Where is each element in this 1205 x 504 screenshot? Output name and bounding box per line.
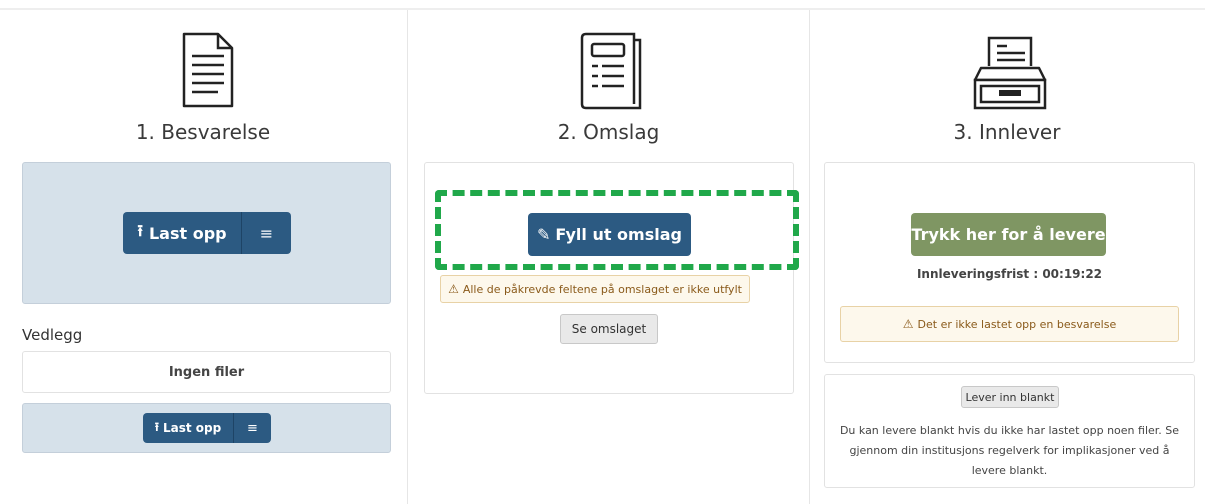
no-files-text: Ingen filer xyxy=(168,364,245,380)
see-cover-label: Se omslaget xyxy=(571,322,647,336)
vedlegg-file-list: Ingen filer xyxy=(22,351,391,393)
submission-warning-text: Det er ikke lastet opp en besvarelse xyxy=(917,317,1117,331)
document-icon xyxy=(182,32,234,108)
submit-panel: Trykk her for å levere Innleveringsfrist… xyxy=(824,162,1195,363)
warning-icon: ⚠ xyxy=(902,317,914,331)
deadline-text: Innleveringsfrist : 00:19:22 xyxy=(916,267,1103,281)
inbox-tray-icon xyxy=(973,36,1047,110)
blank-submit-panel: Lever inn blankt Du kan levere blankt hv… xyxy=(824,374,1195,488)
menu-icon: ≡ xyxy=(247,420,258,436)
upload-button-group: ⭱ Last opp ≡ xyxy=(123,212,291,254)
see-cover-button[interactable]: Se omslaget xyxy=(560,314,658,344)
fill-cover-button[interactable]: ✎ Fyll ut omslag xyxy=(528,213,691,256)
submit-blank-label: Lever inn blankt xyxy=(965,390,1055,404)
upload-button[interactable]: ⭱ Last opp xyxy=(123,212,241,254)
pencil-icon: ✎ xyxy=(537,225,551,244)
step-innlever: 3. Innlever Trykk her for å levere Innle… xyxy=(809,10,1205,504)
cover-folder-icon xyxy=(580,32,642,110)
blank-info-text: Du kan levere blankt hvis du ikke har la… xyxy=(839,424,1180,477)
menu-icon: ≡ xyxy=(259,223,274,243)
step-besvarelse: 1. Besvarelse ⭱ Last opp ≡ Vedlegg Ingen… xyxy=(0,10,406,504)
vedlegg-dropzone[interactable]: ⭱ Last opp ≡ xyxy=(22,403,391,453)
upload-menu-button[interactable]: ≡ xyxy=(242,212,291,254)
omslag-panel: ✎ Fyll ut omslag ⚠ Alle de påkrevde felt… xyxy=(424,162,794,394)
vedlegg-upload-button-group: ⭱ Last opp ≡ xyxy=(143,413,271,443)
cover-warning-text: Alle de påkrevde feltene på omslaget er … xyxy=(462,282,742,296)
step-title: 3. Innlever xyxy=(953,120,1061,144)
upload-icon: ⭱ xyxy=(137,220,143,240)
upload-dropzone[interactable]: ⭱ Last opp ≡ xyxy=(22,162,391,304)
submission-warning: ⚠ Det er ikke lastet opp en besvarelse xyxy=(840,306,1179,342)
fill-cover-label: Fyll ut omslag xyxy=(555,225,682,244)
upload-button-label: Last opp xyxy=(148,223,227,243)
submit-button[interactable]: Trykk her for å levere xyxy=(911,213,1106,256)
warning-icon: ⚠ xyxy=(448,282,459,296)
step-title: 1. Besvarelse xyxy=(135,120,271,144)
vedlegg-title: Vedlegg xyxy=(22,326,83,344)
submit-label: Trykk her for å levere xyxy=(911,225,1106,244)
vedlegg-upload-button[interactable]: ⭱ Last opp xyxy=(143,413,233,443)
upload-icon: ⭱ xyxy=(154,419,159,434)
step-omslag: 2. Omslag ✎ Fyll ut omslag ⚠ Alle de påk… xyxy=(407,10,810,504)
cover-warning: ⚠ Alle de påkrevde feltene på omslaget e… xyxy=(440,275,750,303)
vedlegg-menu-button[interactable]: ≡ xyxy=(234,413,271,443)
submit-blank-button[interactable]: Lever inn blankt xyxy=(961,386,1059,408)
step-title: 2. Omslag xyxy=(557,120,660,144)
vedlegg-upload-label: Last opp xyxy=(162,421,222,435)
